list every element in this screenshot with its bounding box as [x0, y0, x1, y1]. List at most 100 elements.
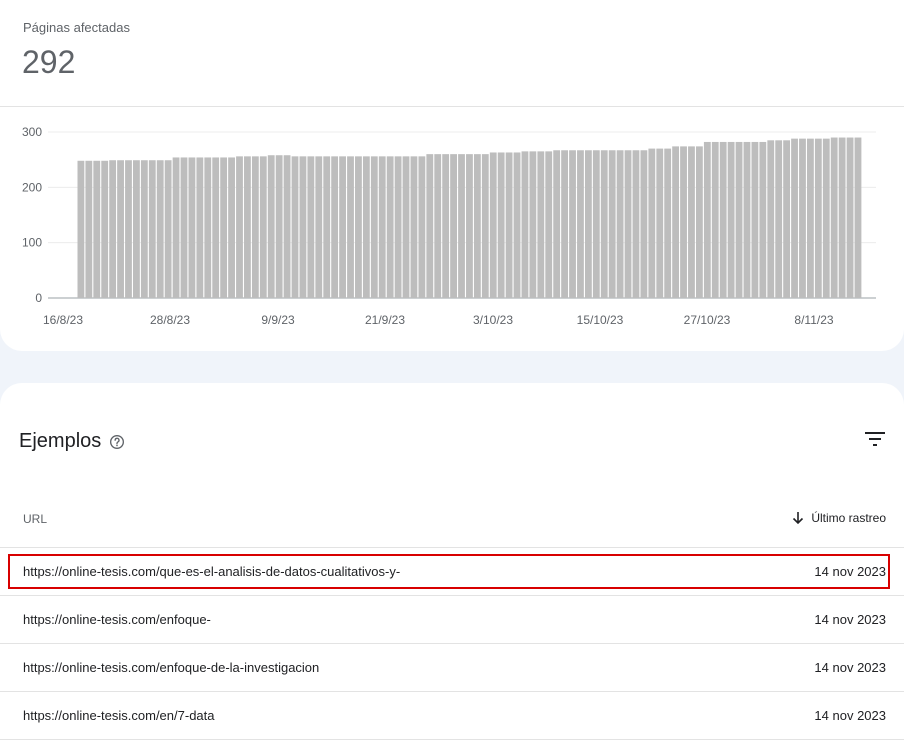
chart-bar[interactable]	[806, 138, 814, 298]
chart-bar[interactable]	[212, 157, 220, 298]
chart-bar[interactable]	[164, 160, 172, 298]
table-row[interactable]: https://online-tesis.com/enfoque- 14 nov…	[0, 595, 904, 643]
chart-bar[interactable]	[228, 157, 235, 298]
chart-bar[interactable]	[680, 146, 687, 298]
chart-bar[interactable]	[458, 154, 465, 298]
chart-bar[interactable]	[386, 156, 394, 298]
chart-bar[interactable]	[180, 157, 188, 298]
chart-bar[interactable]	[830, 137, 838, 298]
chart-bar[interactable]	[695, 146, 703, 298]
chart-bar[interactable]	[703, 141, 711, 298]
chart-bar[interactable]	[481, 154, 489, 298]
chart-bar[interactable]	[783, 140, 791, 298]
chart-bar[interactable]	[846, 137, 854, 298]
chart-bar[interactable]	[148, 160, 156, 298]
chart-bar[interactable]	[624, 150, 632, 298]
chart-bar[interactable]	[355, 156, 362, 298]
chart-bar[interactable]	[545, 151, 553, 298]
table-row[interactable]: https://online-tesis.com/enfoque-de-la-i…	[0, 643, 904, 691]
chart-bar[interactable]	[759, 141, 767, 298]
chart-bar[interactable]	[93, 160, 101, 298]
chart-bar[interactable]	[743, 141, 751, 298]
chart-bar[interactable]	[259, 156, 267, 298]
chart-bar[interactable]	[513, 152, 521, 298]
chart-bar[interactable]	[418, 156, 426, 298]
chart-bar[interactable]	[608, 150, 616, 298]
chart-bar[interactable]	[267, 155, 275, 298]
chart-bar[interactable]	[473, 154, 481, 298]
chart-bar[interactable]	[751, 141, 759, 298]
chart-bar[interactable]	[188, 157, 196, 298]
chart-bar[interactable]	[323, 156, 331, 298]
chart-bar[interactable]	[347, 156, 354, 298]
chart-bar[interactable]	[307, 156, 315, 298]
chart-bar[interactable]	[394, 156, 402, 298]
chart-bar[interactable]	[196, 157, 204, 298]
chart-bar[interactable]	[664, 148, 672, 298]
chart-bar[interactable]	[283, 155, 291, 298]
chart-bar[interactable]	[378, 156, 386, 298]
chart-bar[interactable]	[489, 152, 497, 298]
table-row[interactable]: https://online-tesis.com/en/7-data 14 no…	[0, 691, 904, 739]
chart-bar[interactable]	[331, 156, 339, 298]
chart-bar[interactable]	[434, 154, 442, 298]
chart-bar[interactable]	[672, 146, 680, 298]
chart-bar[interactable]	[791, 138, 798, 298]
chart-bar[interactable]	[370, 156, 378, 298]
chart-bar[interactable]	[688, 146, 695, 298]
chart-bar[interactable]	[648, 148, 656, 298]
chart-bar[interactable]	[426, 154, 434, 298]
chart-bar[interactable]	[442, 154, 450, 298]
chart-bar[interactable]	[450, 154, 457, 298]
chart-bar[interactable]	[537, 151, 545, 298]
chart-bar[interactable]	[299, 156, 307, 298]
chart-bar[interactable]	[521, 151, 529, 298]
chart-bar[interactable]	[204, 157, 212, 298]
chart-bar[interactable]	[616, 150, 624, 298]
chart-bar[interactable]	[632, 150, 640, 298]
chart-bar[interactable]	[735, 141, 743, 298]
chart-bar[interactable]	[156, 160, 164, 298]
chart-bar[interactable]	[85, 160, 93, 298]
chart-bar[interactable]	[592, 150, 600, 298]
chart-bar[interactable]	[529, 151, 537, 298]
chart-bar[interactable]	[505, 152, 513, 298]
chart-bar[interactable]	[140, 160, 148, 298]
chart-bar[interactable]	[656, 148, 664, 298]
chart-bar[interactable]	[362, 156, 370, 298]
chart-bar[interactable]	[220, 157, 228, 298]
chart-bar[interactable]	[315, 156, 323, 298]
chart-bar[interactable]	[291, 156, 299, 298]
chart-bar[interactable]	[275, 155, 283, 298]
chart-bar[interactable]	[814, 138, 822, 298]
chart-bar[interactable]	[727, 141, 735, 298]
chart-bar[interactable]	[775, 140, 783, 298]
chart-bar[interactable]	[466, 154, 473, 298]
chart-bar[interactable]	[77, 160, 85, 298]
chart-bar[interactable]	[117, 160, 124, 298]
chart-bar[interactable]	[822, 138, 830, 298]
chart-bar[interactable]	[577, 150, 584, 298]
row-url[interactable]: https://online-tesis.com/enfoque-	[23, 612, 211, 627]
chart-bar[interactable]	[251, 156, 259, 298]
filter-list-icon[interactable]	[864, 429, 886, 449]
row-url[interactable]: https://online-tesis.com/en/7-data	[23, 708, 215, 723]
chart-bar[interactable]	[719, 141, 727, 298]
chart-bar[interactable]	[838, 137, 846, 298]
chart-bar[interactable]	[640, 150, 648, 298]
chart-bar[interactable]	[339, 156, 346, 298]
chart-bar[interactable]	[553, 150, 561, 298]
chart-bar[interactable]	[711, 141, 719, 298]
chart-bar[interactable]	[172, 157, 180, 298]
column-header-last-crawl[interactable]: Último rastreo	[791, 511, 886, 525]
chart-bar[interactable]	[101, 160, 109, 298]
help-circle-icon[interactable]	[109, 434, 125, 450]
chart-bar[interactable]	[402, 156, 410, 298]
chart-bar[interactable]	[561, 150, 569, 298]
chart-bar[interactable]	[410, 156, 418, 298]
chart-bar[interactable]	[497, 152, 505, 298]
chart-bar[interactable]	[584, 150, 592, 298]
chart-bar[interactable]	[125, 160, 132, 298]
chart-bar[interactable]	[244, 156, 251, 298]
chart-bar[interactable]	[236, 156, 243, 298]
